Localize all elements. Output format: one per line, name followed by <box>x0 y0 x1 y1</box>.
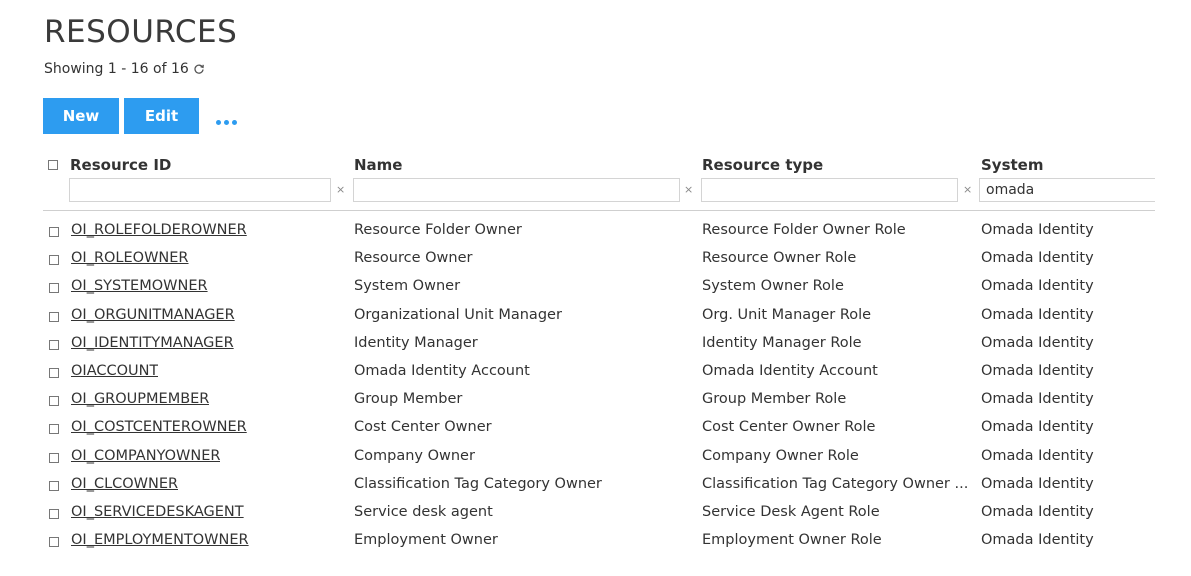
resource-name: Resource Owner <box>354 250 473 267</box>
select-all-checkbox[interactable] <box>48 160 58 170</box>
resource-id-link[interactable]: OI_EMPLOYMENTOWNER <box>71 532 249 548</box>
filter-resource-type-input[interactable] <box>701 178 958 202</box>
resource-system: Omada Identity <box>981 278 1094 295</box>
column-header-name[interactable]: Name <box>354 156 402 174</box>
filter-system-input[interactable] <box>979 178 1155 202</box>
resource-name: Resource Folder Owner <box>354 222 522 238</box>
table-row: OI_EMPLOYMENTOWNER Employment Owner Empl… <box>0 531 1191 559</box>
filter-resource-id-input[interactable] <box>69 178 331 202</box>
row-checkbox[interactable] <box>49 537 59 548</box>
resource-name: Organizational Unit Manager <box>354 306 562 323</box>
resource-type: System Owner Role <box>702 278 844 295</box>
resource-id-link[interactable]: OIACCOUNT <box>71 363 158 379</box>
resource-name: Group Member <box>354 391 463 408</box>
toolbar: New Edit <box>43 98 237 134</box>
edit-button[interactable]: Edit <box>124 98 199 134</box>
resource-type: Cost Center Owner Role <box>702 419 876 436</box>
resource-system: Omada Identity <box>981 334 1094 351</box>
row-checkbox[interactable] <box>49 452 59 463</box>
table-row: OI_SERVICEDESKAGENT Service desk agent S… <box>0 503 1191 531</box>
resource-system: Omada Identity <box>981 532 1094 549</box>
result-count: Showing 1 - 16 of 16 <box>44 61 205 77</box>
resource-system: Omada Identity <box>981 391 1094 408</box>
resource-id-link[interactable]: OI_CLCOWNER <box>71 476 178 492</box>
resources-page: RESOURCES Showing 1 - 16 of 16 New Edit … <box>0 0 1191 576</box>
resource-name: Identity Manager <box>354 334 478 351</box>
row-checkbox[interactable] <box>49 396 59 407</box>
column-header-system[interactable]: System <box>981 156 1043 174</box>
row-checkbox[interactable] <box>49 367 59 378</box>
resource-id-link[interactable]: OI_COSTCENTEROWNER <box>71 419 247 435</box>
resource-name: Cost Center Owner <box>354 419 492 436</box>
row-checkbox[interactable] <box>49 283 59 294</box>
resource-type: Resource Folder Owner Role <box>702 222 906 238</box>
table-row: OI_ROLEFOLDEROWNER Resource Folder Owner… <box>0 221 1191 249</box>
row-checkbox[interactable] <box>49 480 59 491</box>
resource-name: Classification Tag Category Owner <box>354 475 602 492</box>
table-row: OI_GROUPMEMBER Group Member Group Member… <box>0 390 1191 418</box>
resource-type: Company Owner Role <box>702 447 859 464</box>
table-row: OI_COSTCENTEROWNER Cost Center Owner Cos… <box>0 418 1191 446</box>
header-divider <box>43 210 1155 211</box>
table-row: OI_SYSTEMOWNER System Owner System Owner… <box>0 277 1191 305</box>
clear-resource-type-filter-icon[interactable]: × <box>963 183 972 196</box>
more-actions-icon[interactable] <box>216 120 237 125</box>
resource-type: Resource Owner Role <box>702 250 857 267</box>
resource-id-link[interactable]: OI_SERVICEDESKAGENT <box>71 504 244 520</box>
resource-name: Omada Identity Account <box>354 362 530 379</box>
resource-id-link[interactable]: OI_GROUPMEMBER <box>71 391 209 407</box>
resource-system: Omada Identity <box>981 306 1094 323</box>
resource-id-link[interactable]: OI_ROLEOWNER <box>71 250 189 266</box>
table-row: OI_ORGUNITMANAGER Organizational Unit Ma… <box>0 306 1191 334</box>
resource-system: Omada Identity <box>981 362 1094 379</box>
resource-system: Omada Identity <box>981 447 1094 464</box>
clear-resource-id-filter-icon[interactable]: × <box>336 183 345 196</box>
row-checkbox[interactable] <box>49 227 59 237</box>
row-checkbox[interactable] <box>49 339 59 350</box>
table-row: OI_CLCOWNER Classification Tag Category … <box>0 475 1191 503</box>
refresh-icon[interactable] <box>193 63 205 75</box>
resource-id-link[interactable]: OI_SYSTEMOWNER <box>71 278 208 294</box>
clear-name-filter-icon[interactable]: × <box>684 183 693 196</box>
page-title: RESOURCES <box>44 14 238 50</box>
resource-id-link[interactable]: OI_COMPANYOWNER <box>71 448 220 464</box>
row-checkbox[interactable] <box>49 508 59 519</box>
new-button[interactable]: New <box>43 98 119 134</box>
resource-name: Company Owner <box>354 447 475 464</box>
resource-id-link[interactable]: OI_IDENTITYMANAGER <box>71 335 234 351</box>
resource-type: Classification Tag Category Owner ... <box>702 475 969 492</box>
table-row: OI_ROLEOWNER Resource Owner Resource Own… <box>0 249 1191 277</box>
resource-system: Omada Identity <box>981 222 1094 238</box>
column-header-resource-id[interactable]: Resource ID <box>70 156 171 174</box>
result-count-text: Showing 1 - 16 of 16 <box>44 61 189 77</box>
table-body: OI_ROLEFOLDEROWNER Resource Folder Owner… <box>0 221 1191 559</box>
resource-system: Omada Identity <box>981 503 1094 520</box>
resource-name: System Owner <box>354 278 461 295</box>
resource-type: Omada Identity Account <box>702 362 878 379</box>
filter-name-input[interactable] <box>353 178 680 202</box>
resource-type: Org. Unit Manager Role <box>702 306 872 323</box>
row-checkbox[interactable] <box>49 255 59 266</box>
table-row: OI_COMPANYOWNER Company Owner Company Ow… <box>0 447 1191 475</box>
resource-system: Omada Identity <box>981 475 1094 492</box>
table-row: OIACCOUNT Omada Identity Account Omada I… <box>0 362 1191 390</box>
resource-type: Employment Owner Role <box>702 532 882 549</box>
resource-system: Omada Identity <box>981 419 1094 436</box>
resource-id-link[interactable]: OI_ORGUNITMANAGER <box>71 307 235 323</box>
resource-name: Service desk agent <box>354 503 493 520</box>
row-checkbox[interactable] <box>49 311 59 322</box>
resource-id-link[interactable]: OI_ROLEFOLDEROWNER <box>71 222 247 238</box>
resource-system: Omada Identity <box>981 250 1094 267</box>
resource-type: Group Member Role <box>702 391 847 408</box>
resource-name: Employment Owner <box>354 532 498 549</box>
resource-type: Service Desk Agent Role <box>702 503 880 520</box>
column-header-resource-type[interactable]: Resource type <box>702 156 823 174</box>
row-checkbox[interactable] <box>49 424 59 435</box>
table-row: OI_IDENTITYMANAGER Identity Manager Iden… <box>0 334 1191 362</box>
resource-type: Identity Manager Role <box>702 334 862 351</box>
